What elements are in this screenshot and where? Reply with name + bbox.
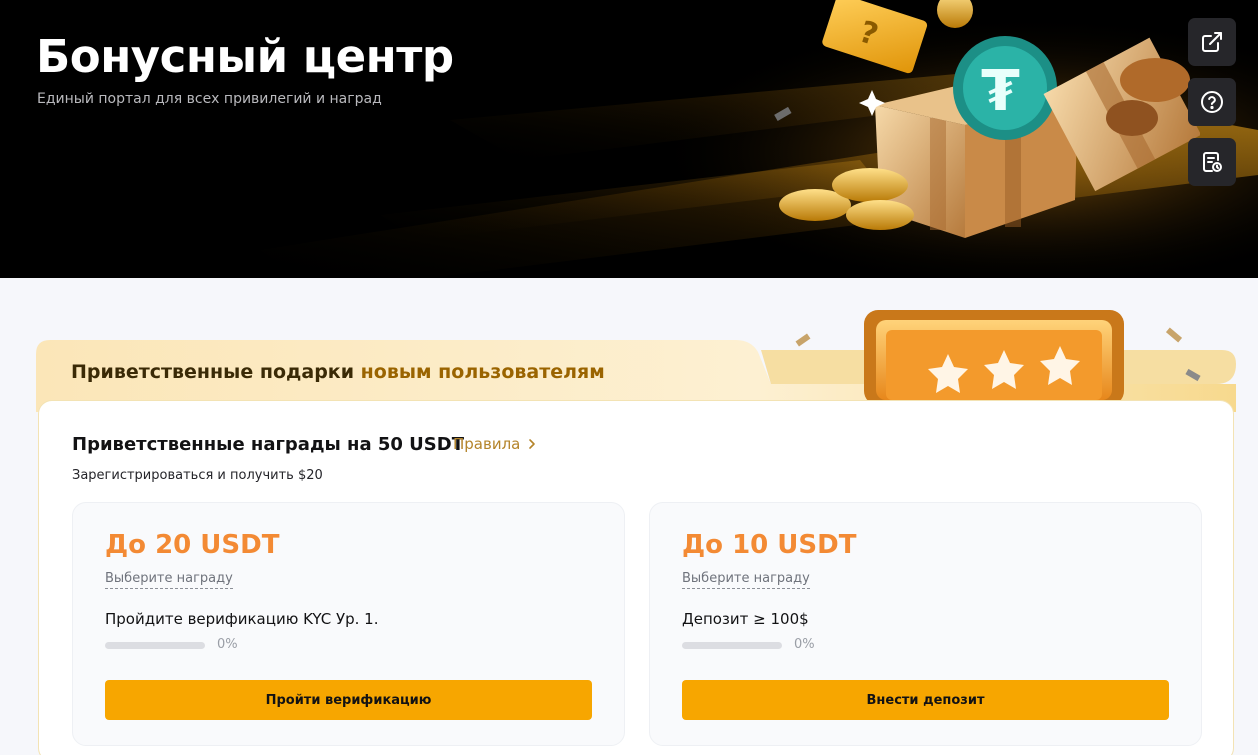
page-subtitle: Единый портал для всех привилегий и нагр… — [37, 91, 382, 107]
welcome-gifts-section: Приветственные подарки новым пользовател… — [36, 302, 1236, 755]
rewards-subheading: Зарегистрироваться и получить $20 — [72, 468, 323, 483]
choose-reward-link[interactable]: Выберите награду — [682, 571, 810, 589]
progress-label: 0% — [794, 637, 815, 652]
progress-label: 0% — [217, 637, 238, 652]
welcome-title-part2: новым пользователям — [360, 361, 605, 383]
external-link-icon — [1202, 32, 1222, 52]
welcome-section-title: Приветственные подарки новым пользовател… — [71, 361, 605, 383]
stars-plaque-illustration — [795, 310, 1201, 402]
task-description: Пройдите верификацию KYC Ур. 1. — [105, 610, 379, 628]
chevron-right-icon — [529, 439, 536, 449]
welcome-title-part1: Приветственные подарки — [71, 361, 355, 383]
external-link-button[interactable] — [1188, 18, 1236, 66]
progress-bar — [105, 642, 205, 649]
deposit-button[interactable]: Внести депозит — [682, 680, 1169, 720]
question-icon — [1201, 91, 1223, 113]
progress-bar — [682, 642, 782, 649]
history-records-button[interactable] — [1188, 138, 1236, 186]
svg-text:₮: ₮ — [981, 59, 1020, 124]
rewards-heading: Приветственные награды на 50 USDT — [72, 434, 464, 455]
welcome-rewards-panel: Приветственные награды на 50 USDT Правил… — [38, 400, 1234, 755]
reward-amount: До 10 USDT — [682, 530, 857, 560]
hero-banner: Бонусный центр Единый портал для всех пр… — [0, 0, 1258, 278]
reward-card-deposit: До 10 USDT Выберите награду Депозит ≥ 10… — [649, 502, 1202, 746]
verify-button[interactable]: Пройти верификацию — [105, 680, 592, 720]
choose-reward-link[interactable]: Выберите награду — [105, 571, 233, 589]
records-icon — [1203, 152, 1222, 172]
task-description: Депозит ≥ 100$ — [682, 610, 809, 628]
rules-link-label: Правила — [453, 435, 521, 453]
reward-card-kyc: До 20 USDT Выберите награду Пройдите вер… — [72, 502, 625, 746]
gift-box-illustration: ? ₮ — [774, 0, 1200, 238]
reward-amount: До 20 USDT — [105, 530, 280, 560]
help-button[interactable] — [1188, 78, 1236, 126]
page-title: Бонусный центр — [36, 30, 454, 83]
rules-link[interactable]: Правила — [453, 435, 538, 453]
